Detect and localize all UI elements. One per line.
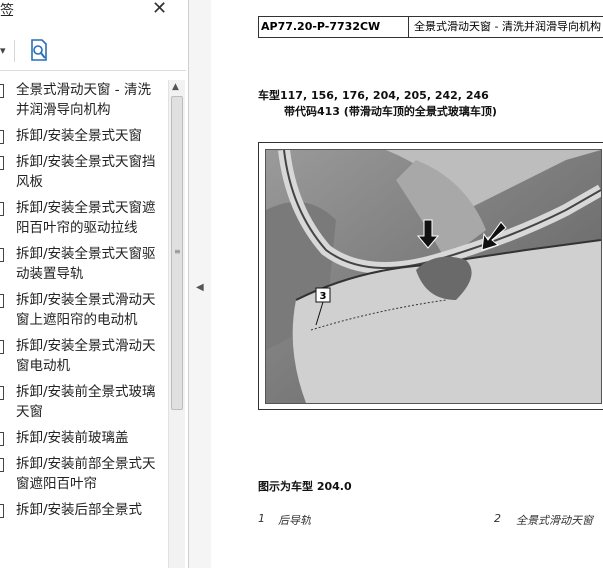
bookmark-label: 拆卸/安装前全景式玻璃天窗 bbox=[16, 384, 156, 420]
code-line: 带代码413 (带滑动车顶的全景式玻璃车顶) bbox=[284, 105, 497, 118]
grip-icon: ≡ bbox=[174, 247, 181, 256]
bookmark-icon bbox=[0, 504, 4, 518]
bookmark-label: 拆卸/安装全景式天窗遮阳百叶帘的驱动拉线 bbox=[16, 200, 156, 236]
collapse-panel-icon[interactable]: ◀ bbox=[196, 282, 204, 293]
scroll-up-icon[interactable]: ▲ bbox=[172, 82, 179, 92]
document-code: AP77.20-P-7732CW bbox=[259, 17, 409, 37]
bookmarks-toolbar: ▾ bbox=[0, 30, 186, 71]
document-title: 全景式滑动天窗 - 清洗并润滑导向机构 bbox=[414, 20, 601, 33]
legend-text: 后导轨 bbox=[278, 514, 311, 527]
bookmark-label: 全景式滑动天窗 - 清洗并润滑导向机构 bbox=[16, 82, 151, 118]
bookmark-item[interactable]: 拆卸/安装后部全景式 bbox=[0, 500, 168, 520]
bookmark-item[interactable]: 拆卸/安装前全景式玻璃天窗 bbox=[0, 382, 168, 422]
model-line: 车型117, 156, 176, 204, 205, 242, 246 bbox=[258, 89, 489, 102]
bookmark-label: 拆卸/安装全景式滑动天窗上遮阳帘的电动机 bbox=[16, 292, 156, 328]
toolbar-divider bbox=[14, 40, 15, 62]
legend-number: 1 bbox=[258, 512, 265, 525]
document-page: AP77.20-P-7732CW 全景式滑动天窗 - 清洗并润滑导向机构 车型1… bbox=[212, 0, 603, 568]
close-icon[interactable]: ✕ bbox=[152, 0, 167, 19]
bookmark-item[interactable]: 拆卸/安装全景式滑动天窗上遮阳帘的电动机 bbox=[0, 290, 168, 330]
bookmark-item[interactable]: 全景式滑动天窗 - 清洗并润滑导向机构 bbox=[0, 80, 168, 120]
bookmark-scrollbar[interactable]: ▲ ≡ bbox=[168, 80, 185, 568]
bookmark-icon bbox=[0, 202, 4, 216]
sunroof-photo: 3 bbox=[265, 149, 602, 404]
bookmark-icon bbox=[0, 84, 4, 98]
bookmark-search-icon[interactable] bbox=[28, 38, 50, 62]
bookmark-item[interactable]: 拆卸/安装全景式滑动天窗电动机 bbox=[0, 336, 168, 376]
bookmark-item[interactable]: 拆卸/安装前部全景式天窗遮阳百叶帘 bbox=[0, 454, 168, 494]
bookmark-label: 拆卸/安装全景式天窗驱动装置导轨 bbox=[16, 246, 156, 282]
bookmark-icon bbox=[0, 340, 4, 354]
legend-text: 全景式滑动天窗 bbox=[516, 514, 593, 527]
bookmark-icon bbox=[0, 432, 4, 446]
bookmark-label: 拆卸/安装全景式天窗 bbox=[16, 128, 143, 144]
panel-splitter[interactable]: ◀ bbox=[189, 0, 211, 568]
bookmarks-panel: 签 ✕ ▾ 全景式滑动天窗 - 清洗并润滑导向机构 拆卸/安装全景式天窗 拆卸/… bbox=[0, 0, 189, 568]
bookmark-label: 拆卸/安装后部全景式 bbox=[16, 502, 143, 518]
figure-caption: 图示为车型 204.0 bbox=[258, 480, 352, 493]
bookmark-label: 拆卸/安装全景式天窗挡风板 bbox=[16, 154, 156, 190]
panel-title: 签 bbox=[0, 3, 14, 19]
bookmark-item[interactable]: 拆卸/安装全景式天窗驱动装置导轨 bbox=[0, 244, 168, 284]
bookmark-label: 拆卸/安装前部全景式天窗遮阳百叶帘 bbox=[16, 456, 156, 492]
bookmark-icon bbox=[0, 458, 4, 472]
figure-frame: 3 bbox=[258, 142, 603, 410]
pdf-viewer-window: 签 ✕ ▾ 全景式滑动天窗 - 清洗并润滑导向机构 拆卸/安装全景式天窗 拆卸/… bbox=[0, 0, 603, 568]
bookmark-icon bbox=[0, 156, 4, 170]
options-dropdown-button[interactable]: ▾ bbox=[0, 44, 6, 57]
scrollbar-thumb[interactable]: ≡ bbox=[171, 96, 183, 410]
bookmark-icon bbox=[0, 248, 4, 262]
bookmark-item[interactable]: 拆卸/安装全景式天窗挡风板 bbox=[0, 152, 168, 192]
bookmark-icon bbox=[0, 294, 4, 308]
bookmark-icon bbox=[0, 386, 4, 400]
bookmark-item[interactable]: 拆卸/安装全景式天窗 bbox=[0, 126, 168, 146]
bookmark-item[interactable]: 拆卸/安装全景式天窗遮阳百叶帘的驱动拉线 bbox=[0, 198, 168, 238]
header-table: AP77.20-P-7732CW 全景式滑动天窗 - 清洗并润滑导向机构 bbox=[258, 16, 603, 38]
bookmark-label: 拆卸/安装全景式滑动天窗电动机 bbox=[16, 338, 156, 374]
legend-number: 2 bbox=[494, 512, 501, 525]
bookmark-label: 拆卸/安装前玻璃盖 bbox=[16, 430, 129, 446]
bookmark-item[interactable]: 拆卸/安装前玻璃盖 bbox=[0, 428, 168, 448]
callout-label: 3 bbox=[320, 291, 327, 302]
bookmark-icon bbox=[0, 130, 4, 144]
bookmark-list: 全景式滑动天窗 - 清洗并润滑导向机构 拆卸/安装全景式天窗 拆卸/安装全景式天… bbox=[0, 80, 168, 568]
